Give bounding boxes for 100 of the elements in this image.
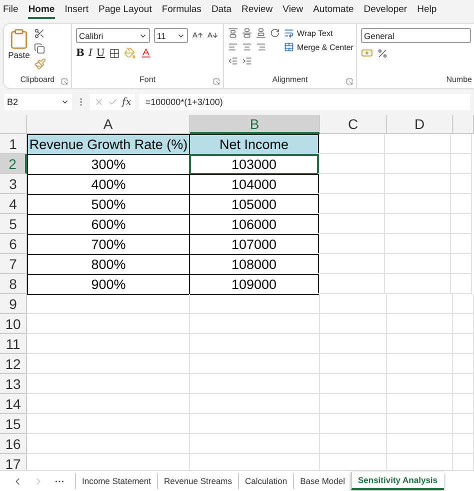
- row-header[interactable]: 11: [0, 334, 27, 354]
- empty-cell[interactable]: [387, 294, 453, 314]
- empty-cell[interactable]: [451, 174, 472, 194]
- ribbon-tab[interactable]: Help: [417, 4, 437, 19]
- empty-cell[interactable]: [190, 294, 320, 314]
- empty-cell[interactable]: [385, 234, 451, 254]
- align-top-icon[interactable]: [228, 28, 238, 38]
- decrease-indent-icon[interactable]: [228, 56, 238, 66]
- row-header[interactable]: 8: [0, 274, 27, 294]
- row-header[interactable]: 4: [0, 194, 27, 214]
- empty-cell[interactable]: [451, 194, 472, 214]
- empty-cell[interactable]: [385, 134, 451, 154]
- row-header[interactable]: 12: [0, 354, 27, 374]
- row-header[interactable]: 14: [0, 394, 27, 414]
- empty-cell[interactable]: [385, 194, 451, 214]
- select-all-button[interactable]: [0, 115, 27, 134]
- percent-icon[interactable]: [377, 48, 388, 58]
- font-color-icon[interactable]: [140, 47, 152, 59]
- empty-cell[interactable]: [190, 434, 320, 454]
- empty-cell[interactable]: [320, 294, 387, 314]
- ribbon-tab[interactable]: Formulas: [162, 4, 202, 19]
- align-center-icon[interactable]: [242, 42, 252, 52]
- empty-cell[interactable]: [320, 354, 387, 374]
- italic-button[interactable]: I: [88, 48, 92, 58]
- cancel-icon[interactable]: [94, 97, 104, 107]
- underline-button[interactable]: U: [96, 48, 105, 58]
- sheet-tab[interactable]: Income Statement: [75, 473, 157, 489]
- row-header[interactable]: 17: [0, 454, 27, 470]
- align-right-icon[interactable]: [256, 42, 266, 52]
- empty-cell[interactable]: [453, 294, 474, 314]
- empty-cell[interactable]: [453, 314, 474, 334]
- empty-cell[interactable]: [451, 154, 472, 174]
- column-header[interactable]: B: [190, 115, 320, 134]
- paste-button[interactable]: Paste: [8, 28, 30, 75]
- empty-cell[interactable]: [320, 434, 387, 454]
- empty-cell[interactable]: [387, 314, 453, 334]
- row-header[interactable]: 5: [0, 214, 27, 234]
- ribbon-tab[interactable]: Page Layout: [98, 4, 152, 19]
- sheet-tab[interactable]: Calculation: [238, 473, 294, 489]
- cut-icon[interactable]: [34, 28, 45, 39]
- empty-cell[interactable]: [451, 234, 472, 254]
- row-header[interactable]: 1: [0, 134, 27, 154]
- enter-icon[interactable]: [108, 97, 118, 107]
- number-format-field[interactable]: General: [361, 28, 471, 43]
- empty-cell[interactable]: [453, 394, 474, 414]
- ribbon-tab[interactable]: Automate: [313, 4, 354, 19]
- empty-cell[interactable]: [451, 254, 472, 274]
- empty-cell[interactable]: [320, 394, 387, 414]
- empty-cell[interactable]: [385, 214, 451, 234]
- sheet-tab[interactable]: Base Model: [293, 473, 351, 489]
- clipboard-icon[interactable]: [8, 28, 30, 50]
- align-bottom-icon[interactable]: [256, 28, 266, 38]
- empty-cell[interactable]: [320, 334, 387, 354]
- empty-cell[interactable]: [387, 414, 453, 434]
- empty-cell[interactable]: [453, 374, 474, 394]
- launcher-icon[interactable]: [61, 78, 68, 85]
- formula-field[interactable]: =100000*(1+3/100): [139, 94, 470, 110]
- fill-color-icon[interactable]: [124, 47, 136, 59]
- empty-cell[interactable]: [451, 134, 472, 154]
- bold-button[interactable]: B: [76, 48, 84, 58]
- empty-cell[interactable]: [453, 354, 474, 374]
- empty-cell[interactable]: [190, 374, 320, 394]
- empty-cell[interactable]: [320, 374, 387, 394]
- empty-cell[interactable]: [190, 414, 320, 434]
- ribbon-tab[interactable]: Home: [28, 4, 55, 19]
- empty-cell[interactable]: [385, 274, 451, 294]
- row-header[interactable]: 10: [0, 314, 27, 334]
- row-header[interactable]: 3: [0, 174, 27, 194]
- empty-cell[interactable]: [320, 414, 387, 434]
- copy-icon[interactable]: [34, 43, 45, 54]
- insert-function-button[interactable]: fx: [122, 96, 132, 108]
- empty-cell[interactable]: [453, 414, 474, 434]
- ribbon-tab[interactable]: Insert: [64, 4, 88, 19]
- row-header[interactable]: 6: [0, 234, 27, 254]
- ribbon-tab[interactable]: View: [282, 4, 304, 19]
- empty-cell[interactable]: [385, 254, 451, 274]
- empty-cell[interactable]: [451, 274, 472, 294]
- row-header[interactable]: 16: [0, 434, 27, 454]
- ribbon-tab[interactable]: Data: [211, 4, 232, 19]
- row-header[interactable]: 9: [0, 294, 27, 314]
- sheet-tab[interactable]: Revenue Streams: [156, 473, 238, 489]
- borders-icon[interactable]: [108, 48, 120, 58]
- column-header[interactable]: A: [27, 115, 190, 134]
- empty-cell[interactable]: [387, 374, 453, 394]
- increase-indent-icon[interactable]: [242, 56, 252, 66]
- empty-cell[interactable]: [190, 334, 320, 354]
- wrap-text-button[interactable]: Wrap Text: [284, 28, 354, 38]
- align-left-icon[interactable]: [228, 42, 238, 52]
- column-header[interactable]: [453, 115, 474, 134]
- column-header[interactable]: C: [320, 115, 387, 134]
- row-header[interactable]: 15: [0, 414, 27, 434]
- row-header[interactable]: 7: [0, 254, 27, 274]
- empty-cell[interactable]: [453, 434, 474, 454]
- paintbrush-icon[interactable]: [34, 58, 46, 70]
- empty-cell[interactable]: [453, 334, 474, 354]
- launcher-icon[interactable]: [346, 78, 353, 85]
- empty-cell[interactable]: [387, 334, 453, 354]
- align-middle-icon[interactable]: [242, 28, 252, 38]
- orientation-icon[interactable]: [270, 28, 280, 38]
- ribbon-tab[interactable]: File: [3, 4, 18, 19]
